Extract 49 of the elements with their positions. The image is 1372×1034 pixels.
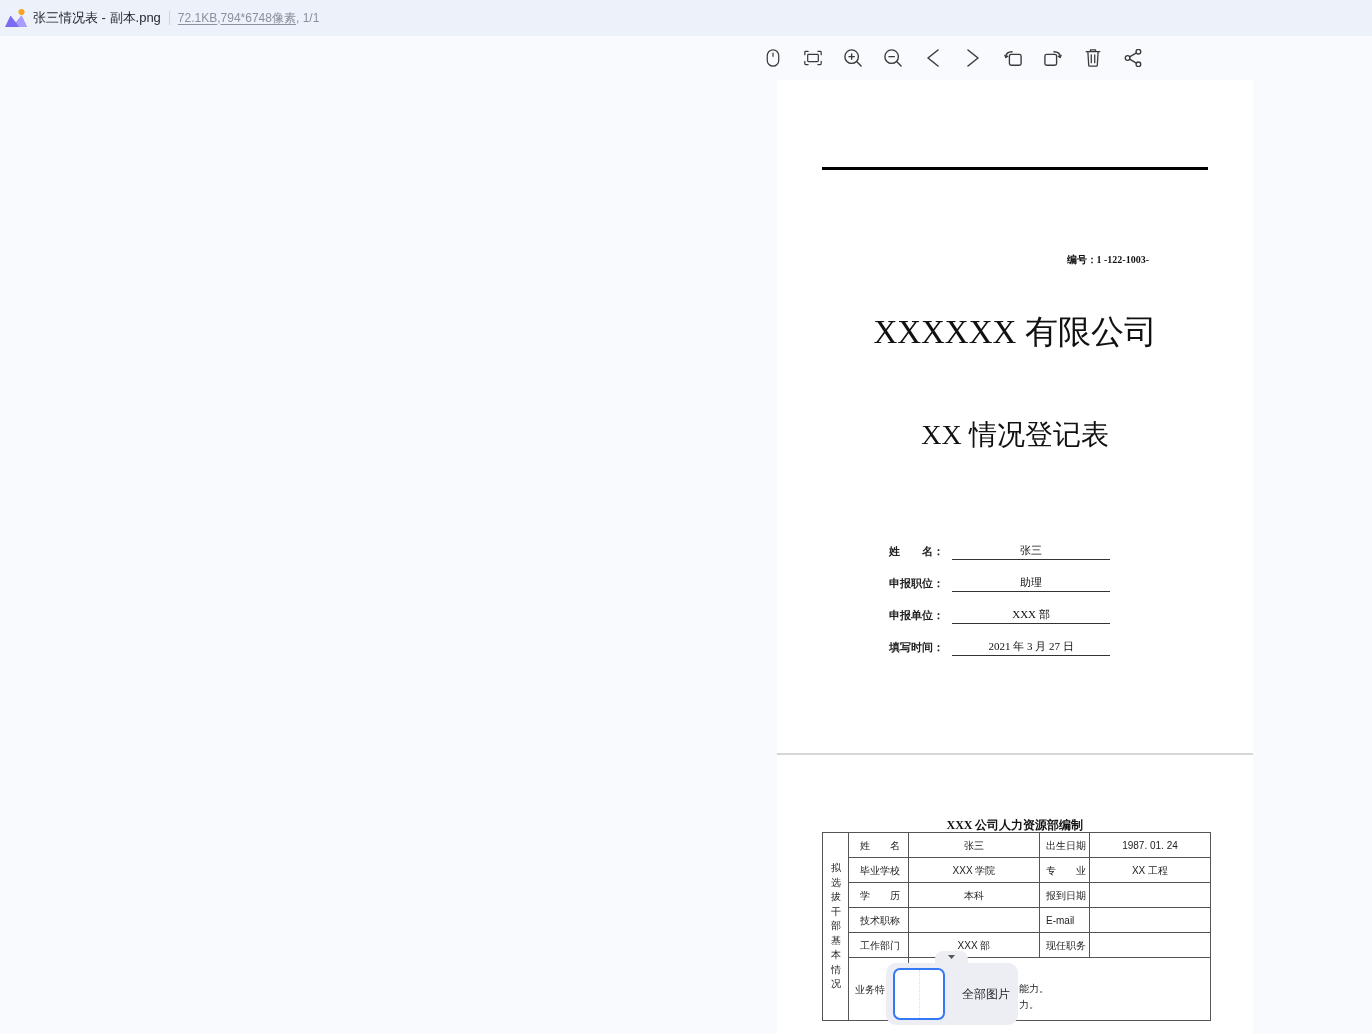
field-label: 姓 名： (889, 543, 945, 559)
table-cell: XXX 学院 (908, 857, 1040, 883)
image-thumbnail[interactable] (893, 968, 945, 1020)
rotate-right-icon (1044, 49, 1062, 67)
field-label: 申报单位： (889, 607, 945, 623)
file-info-text: , (217, 10, 221, 27)
frame-corners-icon (804, 49, 822, 67)
form-title: XX 情况登记表 (921, 418, 1109, 452)
collapse-tab[interactable] (935, 951, 968, 963)
field-label: 申报职位： (889, 575, 945, 591)
table-cell: 张三 (908, 832, 1040, 858)
trash-icon (1084, 49, 1102, 67)
chevron-right-icon (964, 49, 982, 67)
table-cell: 出生日期 (1039, 832, 1090, 858)
zoom-out-icon (884, 49, 902, 67)
app-logo-icon (5, 9, 27, 27)
table-cell: 姓 名 (848, 832, 909, 858)
side-label: 拟选拔干部基本情况 (830, 861, 841, 992)
file-info-text: , 1/1 (295, 10, 320, 27)
all-images-button[interactable]: 全部图片 (886, 963, 1018, 1025)
chevron-left-icon (924, 49, 942, 67)
field-value: 张三 (952, 542, 1110, 560)
table-cell: 毕业学校 (848, 857, 909, 883)
zoom-in-icon (844, 49, 862, 67)
table-cell: 报到日期 (1039, 882, 1090, 908)
share-icon (1124, 49, 1142, 67)
company-name: XXXXXX 有限公司 (873, 313, 1157, 352)
field-value: 助理 (952, 574, 1110, 592)
table-cell: 现任职务 (1039, 932, 1090, 958)
table-cell: 本科 (908, 882, 1040, 908)
file-name: 张三情况表 - 副本.png (33, 9, 161, 28)
table-cell: 学 历 (848, 882, 909, 908)
table-cell: XX 工程 (1089, 857, 1211, 883)
table-cell: 1987. 01. 24 (1089, 832, 1211, 858)
rotate-left-icon (1004, 49, 1022, 67)
table-caption: XXX 公司人力资源部编制 (946, 818, 1084, 832)
serial-number: 编号：1 -122-1003- (1066, 254, 1149, 266)
caret-down-icon (948, 955, 955, 959)
table-cell: 工作部门 (848, 932, 909, 958)
remark-text: 力。 (1019, 997, 1040, 1012)
table-cell: 专 业 (1039, 857, 1090, 883)
field-value: XXX 部 (952, 606, 1110, 624)
field-label: 填写时间： (889, 639, 945, 655)
field-value: 2021 年 3 月 27 日 (952, 638, 1110, 656)
table-cell: 技术职称 (848, 907, 909, 933)
mouse-icon (764, 49, 782, 67)
table-cell: E-mail (1039, 907, 1090, 933)
remark-text: 能力。 (1019, 982, 1050, 996)
file-info-link[interactable]: 794*6748像素 (220, 9, 296, 27)
